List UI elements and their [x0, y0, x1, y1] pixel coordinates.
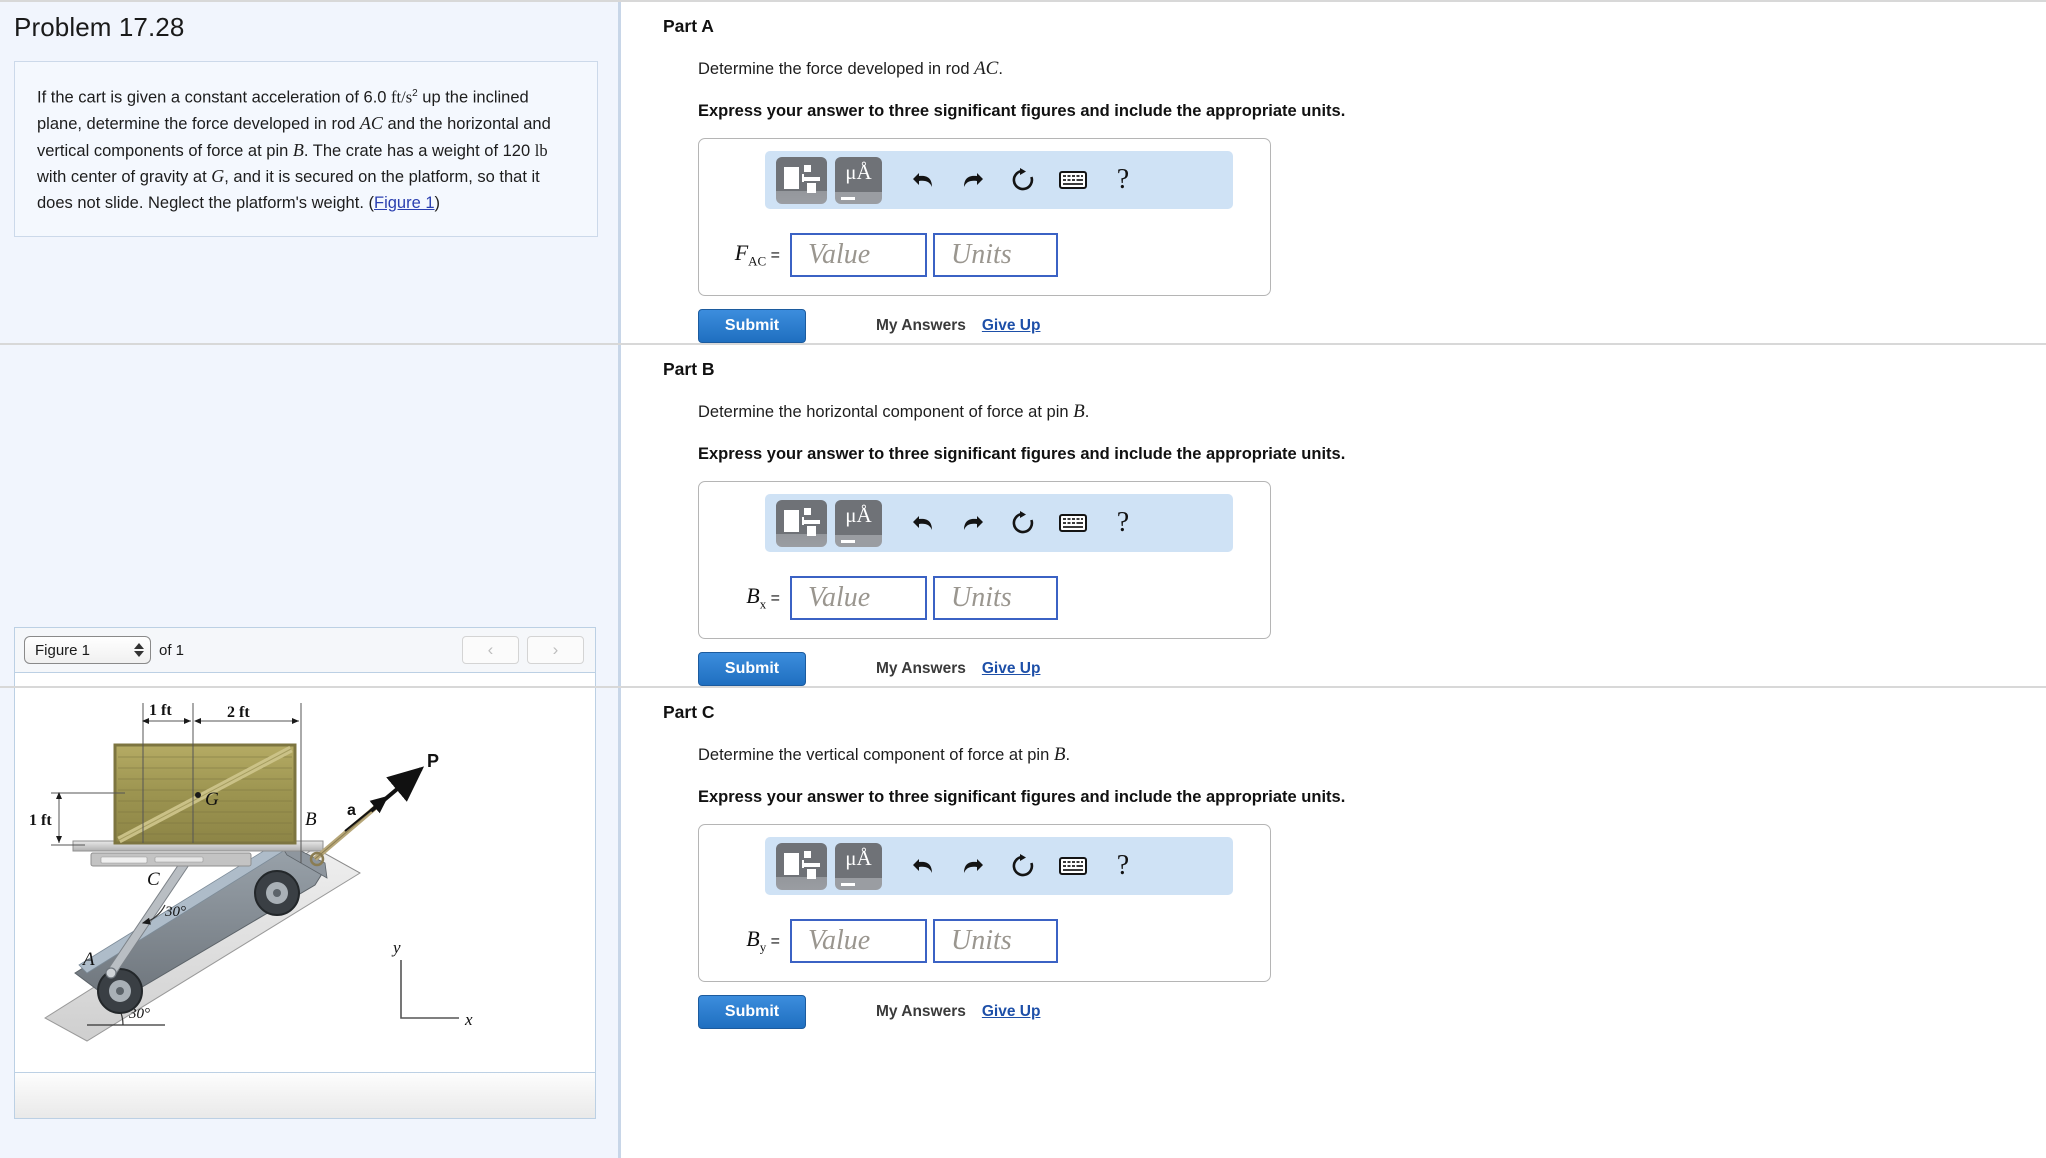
- part-prompt-pre: Determine the horizontal component of fo…: [698, 403, 1074, 421]
- part-instruction: Express your answer to three significant…: [698, 102, 1346, 120]
- part-block: Part A Determine the force developed in …: [0, 16, 2046, 343]
- submit-button[interactable]: Submit: [698, 995, 806, 1029]
- units-icon-label: μÅ: [845, 502, 872, 527]
- answer-variable-main: B: [746, 583, 760, 609]
- part-prompt-post: .: [1065, 746, 1071, 764]
- figure-footer-bar: [14, 1073, 596, 1119]
- value-placeholder: Value: [808, 925, 871, 956]
- part-heading: Part C: [663, 702, 715, 722]
- answer-variable-label: By =: [746, 926, 780, 955]
- value-input[interactable]: Value: [790, 919, 927, 963]
- parts-container: Part A Determine the force developed in …: [0, 0, 2046, 1029]
- answer-row: FAC = Value Units: [699, 233, 1270, 277]
- part-prompt: Determine the vertical component of forc…: [698, 744, 2046, 766]
- part-prompt: Determine the force developed in rod AC.: [698, 58, 2046, 80]
- keyboard-icon[interactable]: [1048, 503, 1098, 543]
- units-icon-label: μÅ: [845, 159, 872, 184]
- undo-icon[interactable]: [898, 846, 948, 886]
- help-icon[interactable]: ?: [1098, 160, 1148, 200]
- part-prompt-pre: Determine the vertical component of forc…: [698, 746, 1054, 764]
- give-up-link[interactable]: Give Up: [982, 660, 1041, 678]
- help-label: ?: [1116, 507, 1130, 538]
- value-input[interactable]: Value: [790, 233, 927, 277]
- undo-icon[interactable]: [898, 503, 948, 543]
- value-input[interactable]: Value: [790, 576, 927, 620]
- help-icon[interactable]: ?: [1098, 846, 1148, 886]
- answer-variable-label: FAC =: [734, 240, 780, 269]
- help-label: ?: [1116, 850, 1130, 881]
- part-prompt-pre: Determine the force developed in rod: [698, 60, 975, 78]
- template-chooser-icon[interactable]: [776, 499, 827, 547]
- units-input[interactable]: Units: [933, 233, 1058, 277]
- units-placeholder: Units: [951, 239, 1012, 270]
- problem-page: Problem 17.28 If the cart is given a con…: [0, 0, 2046, 1158]
- value-placeholder: Value: [808, 582, 871, 613]
- section-divider: [0, 0, 2046, 2]
- units-icon[interactable]: μÅ: [835, 156, 882, 204]
- submit-button[interactable]: Submit: [698, 652, 806, 686]
- reset-icon[interactable]: [998, 503, 1048, 543]
- give-up-link[interactable]: Give Up: [982, 317, 1041, 335]
- submit-button[interactable]: Submit: [698, 309, 806, 343]
- help-label: ?: [1116, 164, 1130, 195]
- submit-row: Submit My Answers Give Up: [698, 995, 2046, 1029]
- section-divider: [0, 686, 2046, 688]
- answer-row: Bx = Value Units: [699, 576, 1270, 620]
- section-divider: [0, 343, 2046, 345]
- value-placeholder: Value: [808, 239, 871, 270]
- submit-row: Submit My Answers Give Up: [698, 309, 2046, 343]
- part-instruction: Express your answer to three significant…: [698, 445, 1346, 463]
- answer-box: μÅ: [698, 138, 1271, 296]
- template-chooser-icon[interactable]: [776, 156, 827, 204]
- answer-variable-label: Bx =: [746, 583, 780, 612]
- redo-icon[interactable]: [948, 160, 998, 200]
- part-instruction: Express your answer to three significant…: [698, 788, 1346, 806]
- part-prompt-post: .: [998, 60, 1003, 78]
- my-answers-button[interactable]: My Answers: [876, 317, 966, 335]
- answer-box: μÅ: [698, 824, 1271, 982]
- part-heading: Part A: [663, 16, 714, 36]
- part-heading: Part B: [663, 359, 715, 379]
- units-icon[interactable]: μÅ: [835, 842, 882, 890]
- give-up-link[interactable]: Give Up: [982, 1003, 1041, 1021]
- math-toolbar: μÅ ?: [765, 151, 1233, 209]
- units-icon[interactable]: μÅ: [835, 499, 882, 547]
- answer-row: By = Value Units: [699, 919, 1270, 963]
- keyboard-icon[interactable]: [1048, 846, 1098, 886]
- my-answers-button[interactable]: My Answers: [876, 1003, 966, 1021]
- units-placeholder: Units: [951, 582, 1012, 613]
- part-prompt-variable: B: [1073, 401, 1085, 422]
- math-toolbar: μÅ ?: [765, 494, 1233, 552]
- keyboard-icon[interactable]: [1048, 160, 1098, 200]
- units-input[interactable]: Units: [933, 919, 1058, 963]
- part-prompt-variable: B: [1053, 744, 1066, 765]
- units-icon-label: μÅ: [845, 845, 872, 870]
- units-placeholder: Units: [951, 925, 1012, 956]
- answer-box: μÅ: [698, 481, 1271, 639]
- part-prompt-variable: AC: [974, 58, 999, 79]
- help-icon[interactable]: ?: [1098, 503, 1148, 543]
- part-block: Part B Determine the horizontal componen…: [0, 359, 2046, 686]
- part-block: Part C Determine the vertical component …: [0, 702, 2046, 1029]
- undo-icon[interactable]: [898, 160, 948, 200]
- math-toolbar: μÅ ?: [765, 837, 1233, 895]
- part-prompt: Determine the horizontal component of fo…: [698, 401, 2046, 423]
- my-answers-button[interactable]: My Answers: [876, 660, 966, 678]
- units-input[interactable]: Units: [933, 576, 1058, 620]
- redo-icon[interactable]: [948, 503, 998, 543]
- reset-icon[interactable]: [998, 160, 1048, 200]
- reset-icon[interactable]: [998, 846, 1048, 886]
- answer-variable-main: F: [734, 240, 749, 266]
- answer-variable-main: B: [746, 926, 760, 952]
- part-prompt-post: .: [1084, 403, 1090, 421]
- submit-row: Submit My Answers Give Up: [698, 652, 2046, 686]
- template-chooser-icon[interactable]: [776, 842, 827, 890]
- redo-icon[interactable]: [948, 846, 998, 886]
- answer-variable-sub: AC: [748, 253, 767, 269]
